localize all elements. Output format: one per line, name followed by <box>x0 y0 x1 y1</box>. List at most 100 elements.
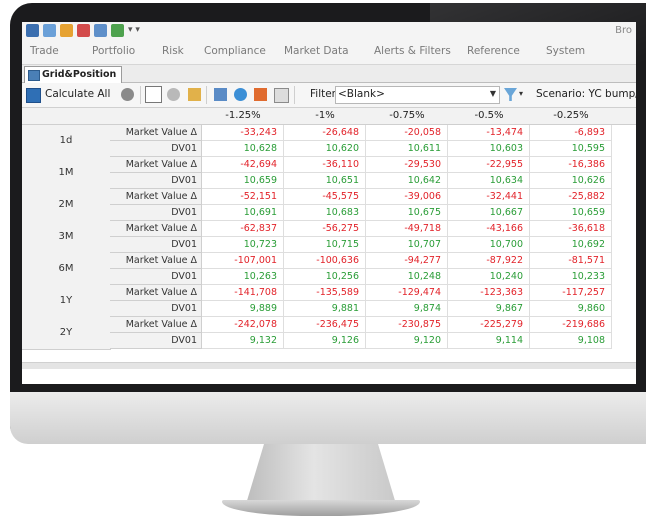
grid-cell[interactable]: -87,922 <box>448 253 530 269</box>
grid-cell[interactable]: -16,386 <box>530 157 612 173</box>
tab-grid-position[interactable]: Grid&Position <box>24 66 122 83</box>
grid-cell[interactable]: -13,474 <box>448 125 530 141</box>
grid-cell[interactable]: -117,257 <box>530 285 612 301</box>
grid-cell[interactable]: -39,006 <box>366 189 448 205</box>
heatmap-icon[interactable] <box>254 88 267 101</box>
menu-reference[interactable]: Reference <box>467 45 520 57</box>
calculate-all-button[interactable]: Calculate All <box>45 88 110 100</box>
table-icon[interactable] <box>94 24 107 37</box>
grid-cell[interactable]: 10,634 <box>448 173 530 189</box>
reload-icon[interactable] <box>167 88 180 101</box>
grid-cell[interactable]: -129,474 <box>366 285 448 301</box>
grid-cell[interactable]: -236,475 <box>284 317 366 333</box>
grid-cell[interactable]: -94,277 <box>366 253 448 269</box>
grid-cell[interactable]: 9,867 <box>448 301 530 317</box>
columns-icon[interactable] <box>145 86 162 103</box>
export-icon[interactable] <box>60 24 73 37</box>
grid-cell[interactable]: 9,114 <box>448 333 530 349</box>
grid-cell[interactable]: -29,530 <box>366 157 448 173</box>
grid-cell[interactable]: 10,683 <box>284 205 366 221</box>
grid-cell[interactable]: 10,233 <box>530 269 612 285</box>
app-icon[interactable] <box>26 24 39 37</box>
grid-icon[interactable] <box>43 24 56 37</box>
grid-cell[interactable]: 10,692 <box>530 237 612 253</box>
grid-cell[interactable]: 10,256 <box>284 269 366 285</box>
grid-cell[interactable]: -230,875 <box>366 317 448 333</box>
grid-cell[interactable]: 10,723 <box>202 237 284 253</box>
horizontal-scrollbar[interactable] <box>22 362 636 369</box>
grid-cell[interactable]: -62,837 <box>202 221 284 237</box>
grid-cell[interactable]: 9,132 <box>202 333 284 349</box>
grid-cell[interactable]: -26,648 <box>284 125 366 141</box>
column-header[interactable]: -0.75% <box>366 110 448 121</box>
grid-cell[interactable]: -32,441 <box>448 189 530 205</box>
filter-select[interactable]: <Blank> ▼ <box>335 86 500 104</box>
grid-cell[interactable]: -36,618 <box>530 221 612 237</box>
grid-cell[interactable]: -225,279 <box>448 317 530 333</box>
grid-cell[interactable]: 9,126 <box>284 333 366 349</box>
grid-cell[interactable]: -36,110 <box>284 157 366 173</box>
grid-cell[interactable]: -135,589 <box>284 285 366 301</box>
panel-icon[interactable] <box>274 88 289 103</box>
grid-cell[interactable]: 9,108 <box>530 333 612 349</box>
grid-cell[interactable]: 9,120 <box>366 333 448 349</box>
grid-cell[interactable]: 10,603 <box>448 141 530 157</box>
menu-risk[interactable]: Risk <box>162 45 184 57</box>
grid-cell[interactable]: -242,078 <box>202 317 284 333</box>
grid-cell[interactable]: -49,718 <box>366 221 448 237</box>
menu-trade[interactable]: Trade <box>30 45 59 57</box>
grid-cell[interactable]: 10,700 <box>448 237 530 253</box>
menu-market-data[interactable]: Market Data <box>284 45 349 57</box>
grid-cell[interactable]: 10,651 <box>284 173 366 189</box>
stop-icon[interactable] <box>121 88 134 101</box>
grid-cell[interactable]: 10,620 <box>284 141 366 157</box>
menu-alerts-filters[interactable]: Alerts & Filters <box>374 45 451 57</box>
grid-cell[interactable]: 10,659 <box>202 173 284 189</box>
grid-cell[interactable]: 10,707 <box>366 237 448 253</box>
grid-cell[interactable]: 9,881 <box>284 301 366 317</box>
grid-cell[interactable]: 10,626 <box>530 173 612 189</box>
eye-icon[interactable] <box>234 88 247 101</box>
column-header[interactable]: -0.25% <box>530 110 612 121</box>
grid-cell[interactable]: 10,691 <box>202 205 284 221</box>
column-header[interactable]: -1% <box>284 110 366 121</box>
grid-cell[interactable]: -6,893 <box>530 125 612 141</box>
grid-cell[interactable]: 10,659 <box>530 205 612 221</box>
grid-cell[interactable]: -52,151 <box>202 189 284 205</box>
settings-icon[interactable] <box>77 24 90 37</box>
grid-cell[interactable]: -219,686 <box>530 317 612 333</box>
refresh-icon[interactable] <box>111 24 124 37</box>
menu-portfolio[interactable]: Portfolio <box>92 45 135 57</box>
grid-cell[interactable]: -81,571 <box>530 253 612 269</box>
grid-cell[interactable]: -33,243 <box>202 125 284 141</box>
export-grid-icon[interactable] <box>188 88 201 101</box>
grid-cell[interactable]: 10,248 <box>366 269 448 285</box>
menu-system[interactable]: System <box>546 45 585 57</box>
qat-dropdown-icon[interactable]: ▾ ▾ <box>128 25 140 35</box>
filter-funnel-icon[interactable] <box>504 88 517 101</box>
grid-cell[interactable]: 10,642 <box>366 173 448 189</box>
filter-dropdown-icon[interactable]: ▾ <box>519 89 523 98</box>
grid-cell[interactable]: 10,263 <box>202 269 284 285</box>
grid-cell[interactable]: 10,667 <box>448 205 530 221</box>
grid-cell[interactable]: 10,675 <box>366 205 448 221</box>
grid-cell[interactable]: -56,275 <box>284 221 366 237</box>
grid-cell[interactable]: -43,166 <box>448 221 530 237</box>
grid-cell[interactable]: -100,636 <box>284 253 366 269</box>
column-header[interactable]: -0.5% <box>448 110 530 121</box>
column-header[interactable]: -1.25% <box>202 110 284 121</box>
grid-cell[interactable]: -25,882 <box>530 189 612 205</box>
grid-cell[interactable]: 10,628 <box>202 141 284 157</box>
grid-cell[interactable]: -141,708 <box>202 285 284 301</box>
grid-cell[interactable]: -107,001 <box>202 253 284 269</box>
grid-cell[interactable]: 10,595 <box>530 141 612 157</box>
menu-compliance[interactable]: Compliance <box>204 45 266 57</box>
grid-cell[interactable]: 10,611 <box>366 141 448 157</box>
grid-cell[interactable]: -42,694 <box>202 157 284 173</box>
grid-cell[interactable]: -123,363 <box>448 285 530 301</box>
grid-cell[interactable]: -22,955 <box>448 157 530 173</box>
grid-cell[interactable]: 9,874 <box>366 301 448 317</box>
grid-cell[interactable]: 9,889 <box>202 301 284 317</box>
grid-cell[interactable]: 10,240 <box>448 269 530 285</box>
grid-cell[interactable]: 9,860 <box>530 301 612 317</box>
